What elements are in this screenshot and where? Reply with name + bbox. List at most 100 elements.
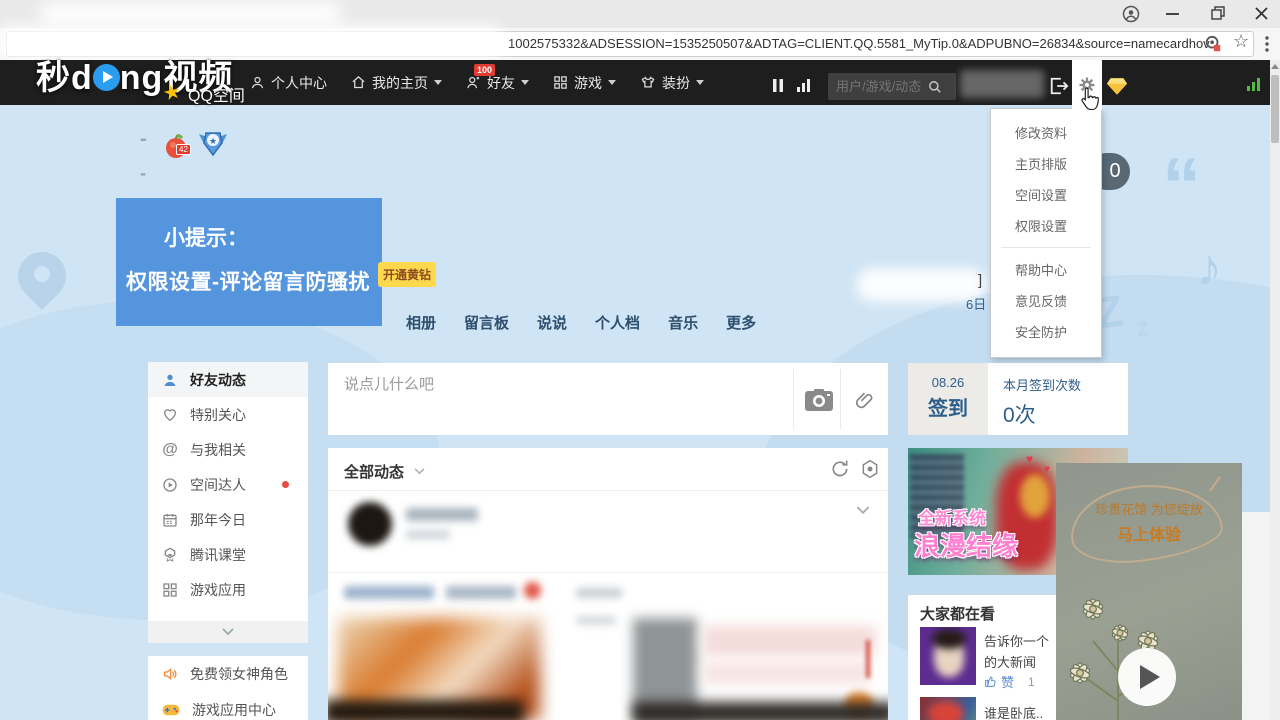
menu-item-edit-profile[interactable]: 修改资料 bbox=[991, 117, 1101, 148]
sidebar-item-game-app-center[interactable]: 游戏应用中心 bbox=[148, 692, 308, 720]
blurred-text-line bbox=[576, 588, 622, 598]
feed-settings-button[interactable] bbox=[860, 459, 880, 484]
restore-button[interactable] bbox=[1210, 5, 1226, 26]
checkin-button[interactable]: 08.26 签到 bbox=[908, 363, 988, 435]
search-input[interactable] bbox=[828, 78, 928, 95]
banner-decoration-quote: “ bbox=[1162, 140, 1201, 231]
thumbs-up-icon bbox=[984, 675, 997, 688]
add-photo-button[interactable] bbox=[805, 389, 833, 416]
target-icon bbox=[860, 459, 880, 479]
blurred-dark-strip bbox=[633, 702, 888, 720]
blurred-browser-tab[interactable] bbox=[40, 2, 340, 26]
blurred-red-line bbox=[866, 640, 870, 678]
sidebar-item-game-apps[interactable]: 游戏应用 bbox=[148, 572, 308, 607]
sidebar-item-related-to-me[interactable]: @ 与我相关 bbox=[148, 432, 308, 467]
browser-profile-icon[interactable] bbox=[1122, 5, 1140, 28]
open-yellow-diamond-button[interactable]: 开通黄钻 bbox=[378, 262, 436, 287]
nav-my-home[interactable]: 我的主页 bbox=[351, 73, 442, 93]
chevron-down-icon[interactable] bbox=[856, 506, 870, 515]
blurred-thumb-content bbox=[928, 701, 964, 720]
sidebar-label: 游戏应用 bbox=[190, 580, 246, 600]
scrollbar-thumb[interactable] bbox=[1271, 75, 1279, 143]
attach-link-button[interactable] bbox=[854, 389, 876, 416]
tab-profile[interactable]: 个人档 bbox=[595, 312, 640, 333]
blurred-text-line bbox=[576, 616, 616, 625]
sidebar-item-space-master[interactable]: 空间达人 bbox=[148, 467, 308, 502]
tab-more[interactable]: 更多 bbox=[726, 312, 756, 333]
tip-box: 小提示： 权限设置-评论留言防骚扰 bbox=[116, 198, 382, 326]
overlay-text-1: 珍贵花馆 为您绽放 bbox=[1056, 499, 1242, 518]
watching-text-1a[interactable]: 告诉你一个 bbox=[984, 631, 1049, 650]
menu-item-help-center[interactable]: 帮助中心 bbox=[991, 254, 1101, 285]
tab-albums[interactable]: 相册 bbox=[406, 312, 436, 333]
minimize-button[interactable] bbox=[1166, 13, 1179, 15]
sidebar-item-friend-feeds[interactable]: 好友动态 bbox=[148, 362, 308, 397]
feed-filter[interactable]: 全部动态 bbox=[344, 461, 404, 482]
feed-panel: 全部动态 bbox=[328, 448, 888, 720]
pause-icon[interactable] bbox=[772, 78, 784, 98]
tab-guestbook[interactable]: 留言板 bbox=[464, 312, 509, 333]
like-label: 赞 bbox=[1001, 672, 1014, 691]
yellow-diamond-icon[interactable] bbox=[1106, 77, 1128, 101]
menu-item-home-layout[interactable]: 主页排版 bbox=[991, 148, 1101, 179]
like-button[interactable]: 赞 1 bbox=[984, 672, 1035, 691]
nav-dressup[interactable]: 装扮 bbox=[640, 73, 704, 93]
heart-icon: ♥ bbox=[1026, 452, 1033, 466]
menu-item-feedback[interactable]: 意见反馈 bbox=[991, 285, 1101, 316]
browser-menu-icon[interactable] bbox=[1264, 35, 1270, 58]
sidebar-item-tencent-classroom[interactable]: 腾讯课堂 bbox=[148, 537, 308, 572]
overlay-cta[interactable]: 马上体验 bbox=[1056, 521, 1242, 545]
nav-personal-center[interactable]: 个人中心 bbox=[250, 73, 327, 93]
home-icon bbox=[351, 75, 366, 90]
apple-badge-icon[interactable]: 42 bbox=[163, 132, 191, 165]
screen: “ ♪ Z z 1002575332&ADSESSION=1535250507&… bbox=[0, 0, 1280, 720]
right-white-strip bbox=[1242, 512, 1270, 720]
divider bbox=[793, 369, 794, 429]
menu-item-permission-settings[interactable]: 权限设置 bbox=[991, 210, 1101, 241]
nav-friends[interactable]: 好友 100 bbox=[466, 73, 529, 93]
nav-friends-label: 好友 bbox=[487, 73, 515, 93]
wing-medal-icon[interactable]: ★ bbox=[196, 128, 230, 163]
post-input[interactable]: 说点儿什么吧 bbox=[344, 373, 434, 394]
post-composer: 说点儿什么吧 bbox=[328, 363, 888, 435]
refresh-button[interactable] bbox=[830, 459, 850, 484]
watching-thumb-2[interactable] bbox=[920, 697, 976, 720]
mouse-cursor bbox=[1078, 86, 1100, 117]
chevron-down-icon[interactable] bbox=[414, 468, 425, 475]
refresh-icon bbox=[830, 459, 850, 479]
logout-icon[interactable] bbox=[1048, 76, 1070, 101]
scrollbar-track[interactable] bbox=[1270, 60, 1280, 720]
settings-dropdown-menu: 修改资料 主页排版 空间设置 权限设置 帮助中心 意见反馈 安全防护 bbox=[990, 108, 1102, 358]
content-blocked-icon[interactable] bbox=[1204, 35, 1222, 58]
tab-music[interactable]: 音乐 bbox=[668, 312, 698, 333]
chevron-down-icon bbox=[521, 80, 529, 85]
close-button[interactable] bbox=[1254, 6, 1269, 26]
scrollbar-up-arrow[interactable] bbox=[1271, 64, 1279, 69]
checkin-label: 本月签到次数 bbox=[1003, 375, 1081, 394]
tab-shuoshuo[interactable]: 说说 bbox=[537, 312, 567, 333]
blurred-avatar[interactable] bbox=[348, 502, 392, 546]
nav-games[interactable]: 游戏 bbox=[553, 73, 616, 93]
search-icon[interactable] bbox=[928, 80, 942, 94]
play-circle-icon bbox=[162, 477, 178, 493]
stats-bars-icon[interactable] bbox=[796, 78, 812, 98]
watching-text-1b[interactable]: 的大新闻 bbox=[984, 652, 1036, 671]
watching-thumb-1[interactable] bbox=[920, 627, 976, 685]
watching-text-2[interactable]: 谁是卧底.. bbox=[984, 703, 1043, 720]
bookmark-star-icon[interactable]: ☆ bbox=[1233, 31, 1249, 52]
date-fragment-bracket: ] bbox=[978, 272, 982, 289]
qzone-logo[interactable]: QQ空间 bbox=[188, 82, 245, 106]
sidebar-panel: 好友动态 特别关心 @ 与我相关 空间达人 那年今日 腾讯课堂 游戏应用 bbox=[148, 362, 308, 643]
navbar-search[interactable] bbox=[828, 73, 956, 100]
sidebar-item-that-year-today[interactable]: 那年今日 bbox=[148, 502, 308, 537]
sidebar-label: 与我相关 bbox=[190, 440, 246, 460]
menu-item-space-settings[interactable]: 空间设置 bbox=[991, 179, 1101, 210]
sidebar-item-special-care[interactable]: 特别关心 bbox=[148, 397, 308, 432]
play-button[interactable] bbox=[1118, 648, 1176, 706]
sidebar-item-free-goddess-role[interactable]: 免费领女神角色 bbox=[148, 656, 308, 692]
sidebar-expand-button[interactable] bbox=[148, 621, 308, 643]
like-count: 1 bbox=[1028, 675, 1035, 689]
blurred-author-name bbox=[406, 508, 478, 521]
video-ad-overlay[interactable]: 珍贵花馆 为您绽放 马上体验 bbox=[1056, 463, 1242, 720]
menu-item-security[interactable]: 安全防护 bbox=[991, 316, 1101, 347]
